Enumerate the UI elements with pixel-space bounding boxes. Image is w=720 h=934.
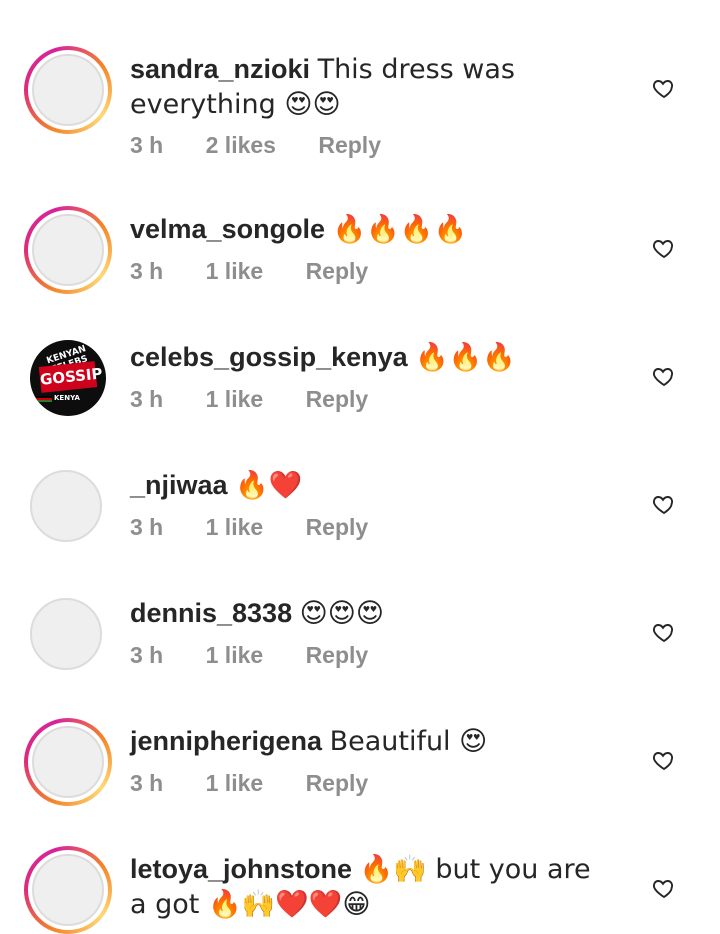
comment-body: sandra_nzioki This dress was everything … [130,52,600,122]
comment-username[interactable]: celebs_gossip_kenya [130,342,408,372]
comment-username[interactable]: sandra_nzioki [130,54,310,84]
comment-username[interactable]: dennis_8338 [130,598,292,628]
avatar[interactable] [24,846,112,934]
reply-button[interactable]: Reply [306,514,369,541]
comment-meta: 3 h 1 like Reply [130,514,404,541]
avatar[interactable] [24,206,112,294]
avatar-image [32,854,104,926]
comments-list: sandra_nzioki This dress was everything … [0,0,720,934]
comment-body: letoya_johnstone 🔥🙌 but you are a got 🔥🙌… [130,852,600,922]
comment-time: 3 h [130,514,164,540]
comment-likes[interactable]: 1 like [206,258,264,285]
heart-outline-icon[interactable] [652,748,676,772]
comment-body: velma_songole 🔥🔥🔥🔥 [130,212,600,247]
avatar[interactable] [24,464,112,552]
reply-button[interactable]: Reply [306,770,369,797]
comment-meta: 3 h 2 likes Reply [130,132,417,159]
comment-username[interactable]: _njiwaa [130,470,228,500]
avatar[interactable]: KENYAN CELEBS GOSSIP KENYA [24,334,112,422]
avatar[interactable] [24,718,112,806]
comment-username[interactable]: letoya_johnstone [130,854,352,884]
celebs-gossip-logo: KENYAN CELEBS GOSSIP KENYA [30,340,106,416]
comment-body: dennis_8338 😍😍😍 [130,596,600,631]
comment-time: 3 h [130,386,164,412]
heart-outline-icon[interactable] [652,76,676,100]
comment-text: 🔥❤️ [235,470,303,501]
comment-likes[interactable]: 1 like [206,770,264,797]
comment-meta: 3 h 1 like Reply [130,386,404,413]
comment-body: jennipherigena Beautiful 😍 [130,724,600,759]
avatar[interactable] [24,592,112,680]
comment-username[interactable]: jennipherigena [130,726,322,756]
comment-body: _njiwaa 🔥❤️ [130,468,600,503]
comment-time: 3 h [130,770,164,796]
comment-text: Beautiful 😍 [329,726,488,757]
heart-outline-icon[interactable] [652,492,676,516]
comment-meta: 3 h 1 like Reply [130,770,404,797]
avatar-image [30,470,102,542]
reply-button[interactable]: Reply [318,132,381,159]
comment-meta: 3 h 1 like Reply [130,258,404,285]
heart-outline-icon[interactable] [652,364,676,388]
comment-body: celebs_gossip_kenya 🔥🔥🔥 [130,340,600,375]
kenya-flag-icon [36,396,52,402]
heart-outline-icon[interactable] [652,236,676,260]
comment-text: 🔥🔥🔥🔥 [332,214,468,245]
reply-button[interactable]: Reply [306,258,369,285]
comment-text: 😍😍😍 [299,598,385,629]
comment-time: 3 h [130,258,164,284]
comment-username[interactable]: velma_songole [130,214,325,244]
comment-likes[interactable]: 1 like [206,386,264,413]
comment-likes[interactable]: 1 like [206,514,264,541]
heart-outline-icon[interactable] [652,620,676,644]
comment-likes[interactable]: 2 likes [206,132,276,159]
reply-button[interactable]: Reply [306,642,369,669]
avatar[interactable] [24,46,112,134]
avatar-image [32,726,104,798]
reply-button[interactable]: Reply [306,386,369,413]
avatar-image [32,214,104,286]
comment-text: 🔥🔥🔥 [415,342,517,373]
avatar-image [32,54,104,126]
avatar-image [30,598,102,670]
heart-outline-icon[interactable] [652,876,676,900]
comment-meta: 3 h 1 like Reply [130,642,404,669]
comment-time: 3 h [130,642,164,668]
comment-likes[interactable]: 1 like [206,642,264,669]
comment-time: 3 h [130,132,164,158]
